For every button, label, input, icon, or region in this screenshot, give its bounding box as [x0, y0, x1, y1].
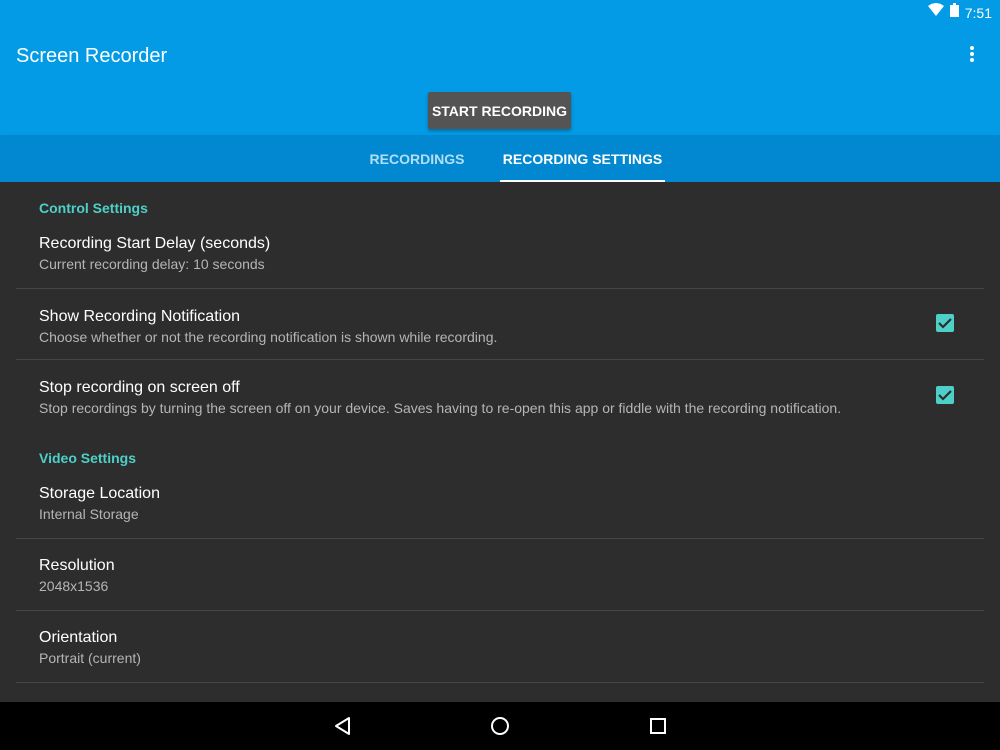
- pref-resolution[interactable]: Resolution 2048x1536: [16, 539, 984, 610]
- home-icon[interactable]: [488, 714, 512, 738]
- pref-stop-on-screen-off[interactable]: Stop recording on screen off Stop record…: [16, 360, 984, 430]
- pref-title: Stop recording on screen off: [39, 379, 240, 396]
- status-time: 7:51: [964, 4, 992, 21]
- start-recording-button[interactable]: START RECORDING: [428, 92, 571, 129]
- pref-summary: Current recording delay: 10 seconds: [39, 256, 265, 272]
- battery-icon: [949, 3, 959, 22]
- pref-storage-location[interactable]: Storage Location Internal Storage: [16, 472, 984, 538]
- tab-recording-settings[interactable]: RECORDING SETTINGS: [500, 135, 665, 182]
- pref-summary: Choose whether or not the recording noti…: [39, 329, 498, 345]
- pref-summary: Portrait (current): [39, 650, 141, 666]
- check-icon: [938, 390, 952, 401]
- wifi-icon: [927, 3, 944, 22]
- pref-title: Show Recording Notification: [39, 308, 240, 325]
- recents-icon[interactable]: [646, 714, 670, 738]
- pref-title: Orientation: [39, 629, 118, 646]
- more-vert-icon[interactable]: [960, 42, 984, 66]
- stop-on-screen-off-checkbox[interactable]: [936, 386, 954, 404]
- pref-title: Storage Location: [39, 485, 160, 502]
- status-icons: 7:51: [927, 3, 992, 22]
- show-notification-checkbox[interactable]: [936, 314, 954, 332]
- pref-summary: Stop recordings by turning the screen of…: [39, 400, 842, 416]
- category-header-control: Control Settings: [39, 200, 148, 216]
- check-icon: [938, 318, 952, 329]
- tab-recordings[interactable]: RECORDINGS: [358, 135, 476, 182]
- pref-orientation[interactable]: Orientation Portrait (current): [16, 611, 984, 682]
- pref-title: Resolution: [39, 557, 115, 574]
- pref-title: Recording Start Delay (seconds): [39, 235, 271, 252]
- pref-summary: 2048x1536: [39, 578, 109, 594]
- category-header-video: Video Settings: [39, 450, 136, 466]
- nav-bar: [0, 702, 1000, 750]
- settings-list: Control Settings Recording Start Delay (…: [0, 182, 1000, 702]
- status-bar: 7:51: [0, 0, 1000, 24]
- app-bar: Screen Recorder START RECORDING: [0, 24, 1000, 135]
- pref-start-delay[interactable]: Recording Start Delay (seconds) Current …: [16, 222, 984, 288]
- pref-summary: Internal Storage: [39, 506, 139, 522]
- app-title: Screen Recorder: [16, 45, 168, 67]
- back-icon[interactable]: [330, 714, 354, 738]
- divider: [16, 682, 984, 683]
- pref-show-notification[interactable]: Show Recording Notification Choose wheth…: [16, 289, 984, 359]
- tab-bar: RECORDINGS RECORDING SETTINGS: [0, 135, 1000, 182]
